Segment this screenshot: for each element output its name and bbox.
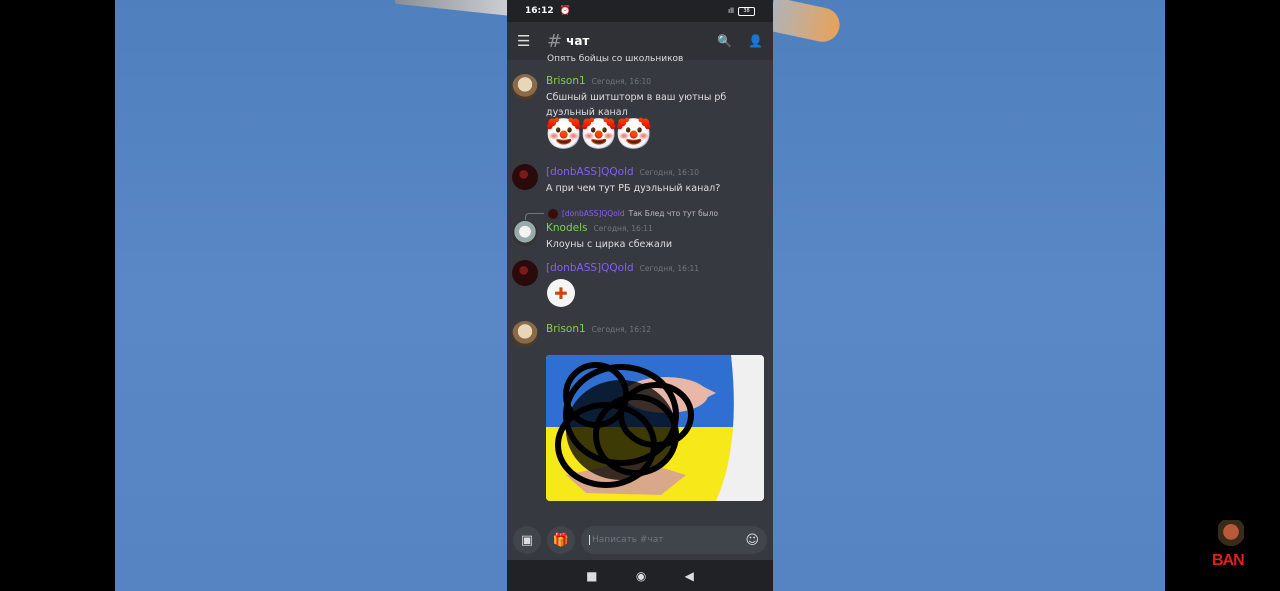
status-bar: 16:12 ⏰ ıll 38 bbox=[507, 0, 773, 22]
phone-screen: 16:12 ⏰ ıll 38 ☰ # чат 🔍 👤 Опять бойцы с… bbox=[507, 0, 773, 591]
message-text: Сбшный шитшторм в ваш уютны рб дуэльный … bbox=[546, 92, 727, 118]
author-label: Knodels bbox=[546, 222, 588, 234]
avatar[interactable] bbox=[512, 164, 538, 190]
author-label: Brison1 bbox=[546, 323, 586, 335]
message-time: Сегодня, 16:12 bbox=[591, 325, 652, 334]
author-label: Brison1 bbox=[546, 75, 586, 87]
clown-emoji: 🤡 bbox=[580, 117, 618, 152]
message-composer: ▣ 🎁 Написать #чат ☺ bbox=[507, 520, 773, 560]
message-time: Сегодня, 16:11 bbox=[639, 264, 700, 273]
reply-avatar bbox=[548, 208, 558, 219]
avatar[interactable] bbox=[512, 220, 538, 246]
search-icon[interactable]: 🔍 bbox=[717, 34, 732, 48]
status-time: 16:12 bbox=[525, 6, 554, 16]
image-attachment[interactable] bbox=[546, 355, 764, 501]
message-time: Сегодня, 16:10 bbox=[591, 77, 652, 86]
author-name[interactable]: Brison1 Сегодня, 16:10 bbox=[546, 75, 651, 87]
emoji-picker-icon[interactable]: ☺ bbox=[745, 533, 759, 548]
avatar[interactable] bbox=[512, 260, 538, 286]
clown-emoji: 🤡 bbox=[615, 117, 653, 152]
message-input[interactable]: Написать #чат ☺ bbox=[581, 526, 767, 554]
author-name[interactable]: Brison1 Сегодня, 16:12 bbox=[546, 323, 651, 335]
message-time: Сегодня, 16:11 bbox=[593, 224, 653, 233]
reply-preview[interactable]: [donbASS]QQold Так Блед что тут было bbox=[525, 205, 718, 222]
author-label: [donbASS]QQold bbox=[546, 262, 634, 274]
aircraft-wing-left bbox=[394, 0, 516, 17]
channel-hash-icon: # bbox=[547, 30, 563, 52]
author-label: [donbASS]QQold bbox=[546, 166, 634, 178]
avatar[interactable] bbox=[512, 74, 538, 100]
reply-author: [donbASS]QQold bbox=[562, 209, 625, 218]
alarm-icon: ⏰ bbox=[559, 6, 571, 16]
back-icon[interactable]: ◀ bbox=[685, 569, 694, 583]
pig-image bbox=[546, 355, 764, 501]
signal-icon: ıll bbox=[728, 7, 734, 15]
hamburger-menu-icon[interactable]: ☰ bbox=[517, 32, 537, 50]
gift-icon[interactable]: 🎁 bbox=[547, 526, 575, 554]
clown-emoji: 🤡 bbox=[545, 117, 583, 152]
image-upload-icon[interactable]: ▣ bbox=[513, 526, 541, 554]
watermark-text: BAN bbox=[1212, 552, 1245, 569]
battery-icon: 38 bbox=[738, 6, 755, 16]
watermark-figure bbox=[1218, 520, 1244, 554]
battery-level: 38 bbox=[743, 7, 750, 14]
message-list[interactable]: Опять бойцы со школьников Brison1 Сегодня… bbox=[507, 54, 773, 520]
home-icon[interactable]: ◉ bbox=[636, 569, 646, 583]
author-name[interactable]: [donbASS]QQold Сегодня, 16:10 bbox=[546, 166, 699, 178]
cut-off-message: Опять бойцы со школьников bbox=[547, 54, 684, 64]
avatar[interactable] bbox=[512, 321, 538, 347]
channel-watermark-logo: BAN bbox=[1206, 518, 1256, 576]
members-icon[interactable]: 👤 bbox=[748, 34, 763, 48]
recents-icon[interactable]: ■ bbox=[586, 569, 597, 583]
author-name[interactable]: [donbASS]QQold Сегодня, 16:11 bbox=[546, 262, 699, 274]
author-name[interactable]: Knodels Сегодня, 16:11 bbox=[546, 222, 653, 234]
reply-text: Так Блед что тут было bbox=[628, 209, 719, 218]
message-time: Сегодня, 16:10 bbox=[639, 168, 700, 177]
android-nav-bar: ■ ◉ ◀ bbox=[507, 560, 773, 591]
message-input-placeholder: Написать #чат bbox=[589, 535, 745, 545]
message-text: Клоуны с цирка сбежали bbox=[546, 239, 673, 250]
troll-face-sticker[interactable]: ✚ bbox=[547, 279, 575, 307]
channel-name: чат bbox=[566, 34, 590, 48]
aircraft-wing-right bbox=[767, 0, 843, 45]
message-text: А при чем тут РБ дуэльный канал? bbox=[546, 183, 721, 194]
